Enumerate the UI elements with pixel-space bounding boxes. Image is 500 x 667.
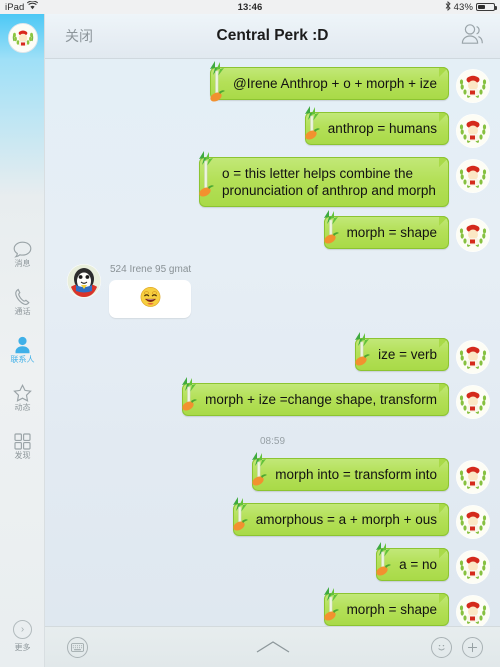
message-row: o = this letter helps combine the pronun… [55,151,490,207]
chat-bubble-outgoing[interactable]: morph + ize =change shape, transform [182,377,449,416]
avatar[interactable] [456,460,490,494]
avatar[interactable] [456,218,490,252]
vegetable-decoration-icon [207,59,231,102]
avatar[interactable] [456,385,490,419]
vegetable-decoration-icon [321,585,345,621]
message-row: anthrop = humans [55,106,490,148]
sidebar-item-discover[interactable]: 发现 [0,421,45,469]
chat-scroll-area[interactable]: @Irene Anthrop + o + morph + ize anthrop… [45,59,500,626]
message-text: morph = shape [346,225,437,240]
sender-name: 524 Irene 95 gmat [110,264,192,275]
message-row: ize = verb [55,332,490,374]
message-row: morph = shape [55,210,490,252]
vegetable-decoration-icon [321,208,345,244]
chat-bubble-outgoing[interactable]: amorphous = a + morph + ous [232,497,450,536]
message-text: a = no [399,557,437,572]
chat-bubble-icon [13,238,32,258]
grinning-emoji-icon [139,285,162,313]
chat-bubble-sticker[interactable] [109,280,192,318]
message-text: morph = shape [346,602,437,617]
incoming-message-block: 524 Irene 95 gmat [109,264,192,318]
sidebar-item-label: 联系人 [10,355,35,364]
status-time: 13:46 [237,1,263,13]
message-text: anthrop = humans [327,121,437,136]
chevron-right-icon: › [13,620,32,639]
sidebar-avatar[interactable] [8,23,38,53]
battery-icon [476,2,497,12]
message-text: morph + ize =change shape, transform [205,392,437,407]
message-row: a = no [55,542,490,584]
chat-bubble-outgoing[interactable]: o = this letter helps combine the pronun… [199,151,449,207]
avatar[interactable] [456,595,490,626]
chat-bubble-outgoing[interactable]: @Irene Anthrop + o + morph + ize [210,61,449,102]
vegetable-decoration-icon [302,104,326,140]
sidebar-more-button[interactable]: › 更多 [0,620,45,653]
person-icon [14,334,31,354]
chat-bubble-outgoing[interactable]: morph = shape [323,210,450,249]
chat-bubble-outgoing[interactable]: ize = verb [355,332,449,371]
chat-bubble-outgoing[interactable]: morph into = transform into [252,452,449,491]
sidebar-item-label: 通话 [14,307,31,316]
page-title: Central Perk :D [216,27,329,44]
message-row: @Irene Anthrop + o + morph + ize [55,61,490,103]
sidebar-item-calls[interactable]: 通话 [0,277,45,325]
message-text: morph into = transform into [275,467,437,482]
message-text: ize = verb [378,347,437,362]
close-button[interactable]: 关闭 [65,26,93,46]
sidebar-item-moments[interactable]: 动态 [0,373,45,421]
vegetable-decoration-icon [179,375,203,411]
phone-icon [14,286,32,306]
chat-bubble-outgoing[interactable]: anthrop = humans [304,106,450,145]
chevron-up-icon[interactable] [45,640,500,654]
grid-icon [14,430,31,450]
app-root: iPad 13:46 43% 消息 通话 联系人 动态 发现 › 更多 关闭 C… [0,0,500,667]
avatar[interactable] [456,340,490,374]
sidebar-item-label: 发现 [14,451,31,460]
message-text: o = this letter helps combine the pronun… [222,166,436,198]
avatar[interactable] [456,114,490,148]
avatar[interactable] [456,159,490,193]
sidebar-nav: 消息 通话 联系人 动态 发现 [0,229,45,469]
message-text: @Irene Anthrop + o + morph + ize [233,76,437,91]
sidebar-item-contacts[interactable]: 联系人 [0,325,45,373]
status-bar: iPad 13:46 43% [0,0,500,14]
vegetable-decoration-icon [352,330,376,366]
sidebar-item-label: 消息 [14,259,31,268]
vegetable-decoration-icon [249,450,273,486]
timestamp-divider: 08:59 [259,436,286,447]
message-row: morph into = transform into [55,452,490,494]
sidebar-item-label: 动态 [14,403,31,412]
chat-bubble-outgoing[interactable]: a = no [376,542,449,581]
chat-bubble-outgoing[interactable]: morph = shape [323,587,450,626]
top-navbar: 关闭 Central Perk :D [45,14,500,59]
vegetable-decoration-icon [230,495,254,531]
avatar[interactable] [456,69,490,103]
message-row-incoming: 524 Irene 95 gmat [67,264,490,318]
avatar[interactable] [67,264,101,298]
message-row: amorphous = a + morph + ous [55,497,490,539]
sidebar-more-label: 更多 [14,643,31,652]
vegetable-decoration-icon [196,149,220,197]
star-icon [13,382,32,402]
sidebar-item-messages[interactable]: 消息 [0,229,45,277]
avatar[interactable] [456,550,490,584]
message-row: morph + ize =change shape, transform [55,377,490,419]
avatar[interactable] [456,505,490,539]
vegetable-decoration-icon [373,540,397,576]
sidebar: 消息 通话 联系人 动态 发现 › 更多 [0,14,45,667]
people-icon[interactable] [460,23,484,50]
message-text: amorphous = a + morph + ous [255,512,437,527]
bottom-toolbar [45,626,500,667]
message-row: morph = shape [55,587,490,626]
